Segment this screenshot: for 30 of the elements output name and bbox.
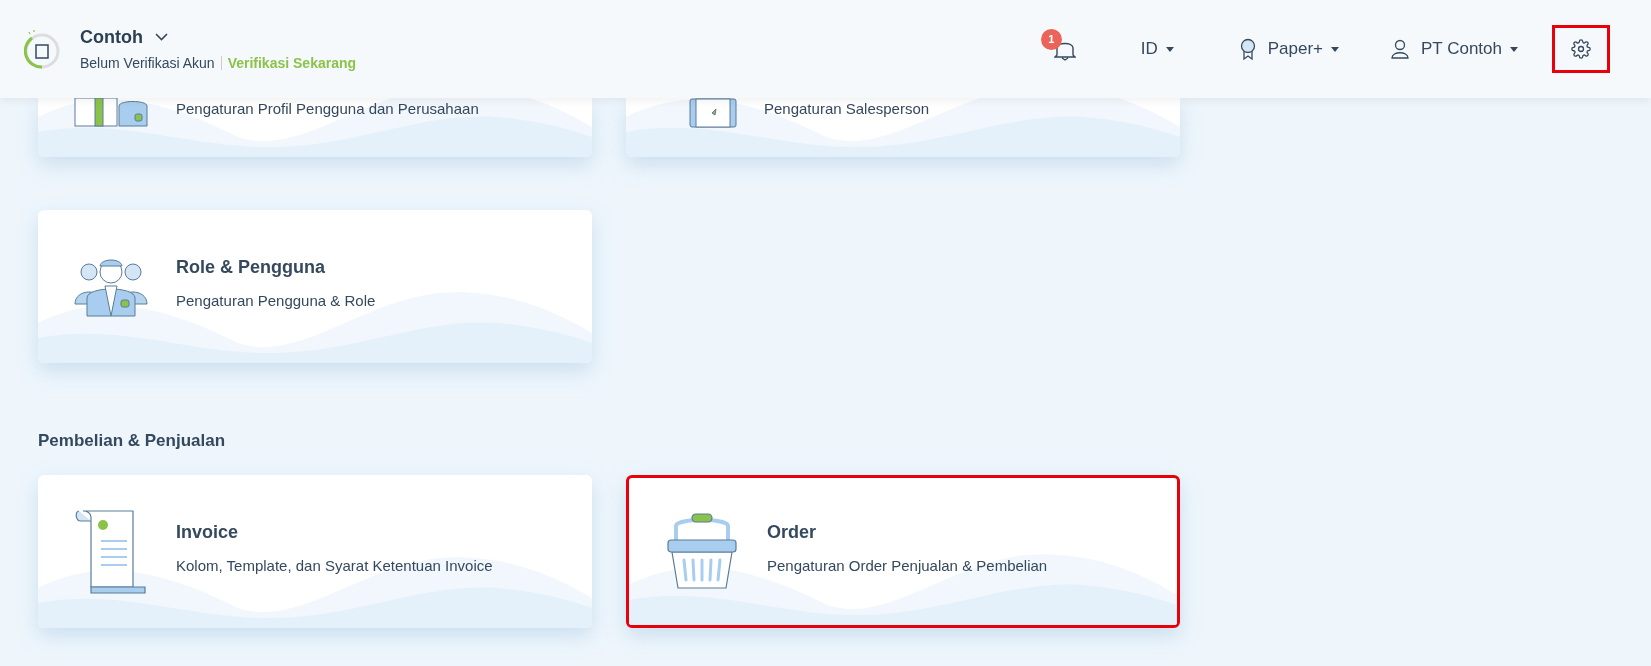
card-subtitle: Pengaturan Order Penjualan & Pembelian (767, 555, 1048, 576)
card-subtitle: Pengaturan Salesperson (764, 99, 930, 119)
settings-card[interactable]: Pengaturan Profil Pengguna dan Perusahaan (38, 98, 592, 157)
card-title: Role & Pengguna (176, 255, 326, 279)
award-icon (1239, 38, 1256, 60)
settings-card[interactable]: Invoice Kolom, Template, dan Syarat Ketentuan Invoice (38, 475, 592, 628)
notification-badge: 1 (1040, 29, 1062, 50)
section-heading: Pembelian & Penjualan (38, 430, 227, 452)
plan-menu[interactable]: Paper+ (1239, 36, 1340, 62)
card-title: Invoice (176, 520, 240, 544)
settings-card[interactable]: Order Pengaturan Order Penjualan & Pembelian (626, 475, 1180, 628)
card-subtitle: Pengaturan Profil Pengguna dan Perusahaan (176, 99, 479, 119)
caret-icon (1510, 46, 1518, 52)
caret-icon (1331, 46, 1340, 52)
caret-icon (1165, 46, 1174, 52)
card-subtitle: Kolom, Template, dan Syarat Ketentuan Invoice (176, 555, 493, 576)
card-title: Order (767, 520, 818, 544)
language-menu[interactable]: ID (1140, 36, 1174, 62)
company-switcher[interactable]: Contoh (80, 24, 357, 49)
verification-status: Belum Verifikasi Akun (80, 53, 215, 73)
settings-button[interactable] (1552, 25, 1610, 73)
chevron-down-icon (155, 32, 168, 41)
user-icon (1391, 39, 1410, 59)
account-menu[interactable]: PT Contoh (1391, 36, 1518, 62)
basket-icon (664, 511, 740, 592)
company-logo-icon (24, 29, 60, 69)
settings-card[interactable]: Role & Pengguna Pengaturan Pengguna & Role (38, 210, 592, 363)
settings-icon (1571, 39, 1591, 59)
card-subtitle: Pengaturan Pengguna & Role (176, 290, 376, 311)
settings-card[interactable]: Pengaturan Salesperson (626, 98, 1180, 157)
